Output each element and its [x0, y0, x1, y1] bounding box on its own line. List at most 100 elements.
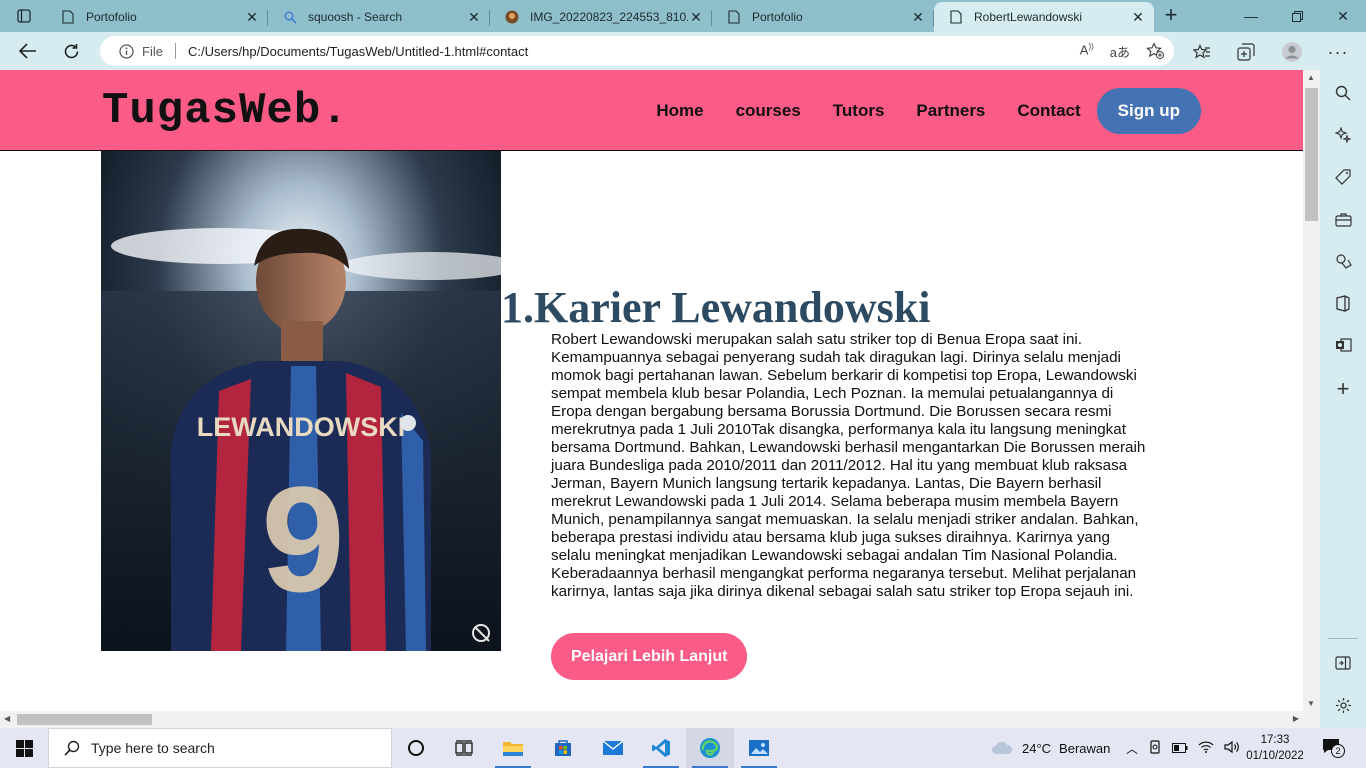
- windows-start-icon[interactable]: [0, 728, 48, 768]
- image-icon: [504, 9, 520, 25]
- volume-icon[interactable]: [1224, 740, 1240, 757]
- browser-tab[interactable]: IMG_20220823_224553_810.j ✕: [490, 2, 712, 32]
- battery-icon[interactable]: [1172, 741, 1188, 756]
- clock-time: 17:33: [1260, 734, 1290, 746]
- site-nav: Home courses Tutors Partners Contact Sig…: [624, 88, 1201, 134]
- tab-title: Portofolio: [86, 10, 137, 24]
- url-text[interactable]: C:/Users/hp/Documents/TugasWeb/Untitled-…: [188, 44, 528, 59]
- favorite-add-icon[interactable]: [1146, 42, 1164, 62]
- tab-title: RobertLewandowski: [974, 10, 1083, 24]
- close-tab-icon[interactable]: ✕: [466, 9, 482, 25]
- search-icon: [282, 9, 298, 25]
- weather-condition: Berawan: [1059, 740, 1111, 756]
- tab-actions-icon[interactable]: [8, 5, 40, 27]
- tab-title: Portofolio: [752, 10, 803, 24]
- info-icon[interactable]: [118, 43, 134, 59]
- close-tab-icon[interactable]: ✕: [910, 9, 926, 25]
- cortana-icon[interactable]: [392, 728, 440, 768]
- page-viewport: TugasWeb. Home courses Tutors Partners C…: [0, 70, 1303, 711]
- nav-link-partners[interactable]: Partners: [916, 101, 985, 121]
- address-bar[interactable]: File C:/Users/hp/Documents/TugasWeb/Unti…: [100, 36, 1174, 66]
- edge-sidebar: +: [1320, 70, 1366, 728]
- nav-link-home[interactable]: Home: [656, 101, 703, 121]
- tools-briefcase-icon[interactable]: [1332, 208, 1354, 230]
- scroll-down-icon[interactable]: ▼: [1307, 699, 1315, 708]
- browser-tab[interactable]: Portofolio ✕: [712, 2, 934, 32]
- page-icon: [948, 9, 964, 25]
- taskbar-clock[interactable]: 17:33 01/10/2022: [1246, 732, 1304, 764]
- section-heading: 1.Karier Lewandowski: [501, 283, 931, 332]
- clock-date: 01/10/2022: [1246, 750, 1304, 762]
- taskbar-search-box[interactable]: Type here to search: [48, 728, 392, 768]
- learn-more-button[interactable]: Pelajari Lebih Lanjut: [551, 633, 748, 680]
- weather-temp: 24°C: [1022, 740, 1052, 756]
- divider: [174, 43, 176, 59]
- collections-icon[interactable]: [1235, 41, 1257, 63]
- close-window-icon[interactable]: ✕: [1320, 0, 1366, 32]
- vertical-scroll-thumb[interactable]: [1305, 88, 1318, 221]
- notification-count-badge: 2: [1331, 744, 1345, 758]
- page-icon: [726, 9, 742, 25]
- browser-tab[interactable]: Portofolio ✕: [46, 2, 268, 32]
- tab-title: squoosh - Search: [308, 10, 403, 24]
- photos-icon[interactable]: [735, 728, 783, 768]
- vscode-icon[interactable]: [637, 728, 685, 768]
- minimize-icon[interactable]: —: [1228, 0, 1274, 32]
- microsoft-store-icon[interactable]: [539, 728, 587, 768]
- wifi-icon[interactable]: [1198, 741, 1214, 756]
- hide-sidebar-icon[interactable]: [1332, 652, 1354, 674]
- scroll-right-icon[interactable]: ▶: [1293, 714, 1299, 723]
- settings-gear-icon[interactable]: [1332, 694, 1354, 716]
- discover-icon[interactable]: [1332, 124, 1354, 146]
- horizontal-scrollbar[interactable]: ◀ ▶: [0, 711, 1303, 728]
- site-logo[interactable]: TugasWeb.: [102, 86, 349, 136]
- scrollbar-corner: [1303, 711, 1320, 728]
- task-view-icon[interactable]: [440, 728, 488, 768]
- refresh-icon[interactable]: [56, 37, 86, 65]
- office-icon[interactable]: [1332, 292, 1354, 314]
- browser-tab[interactable]: squoosh - Search ✕: [268, 2, 490, 32]
- scroll-left-icon[interactable]: ◀: [4, 714, 10, 723]
- taskbar-search-placeholder: Type here to search: [91, 740, 215, 756]
- device-icon[interactable]: [1148, 739, 1162, 757]
- signup-button[interactable]: Sign up: [1096, 88, 1201, 134]
- close-tab-icon[interactable]: ✕: [1130, 9, 1146, 25]
- restore-icon[interactable]: [1274, 0, 1320, 32]
- profile-avatar-icon[interactable]: [1281, 41, 1303, 63]
- add-sidebar-app-icon[interactable]: +: [1332, 378, 1354, 400]
- career-paragraph: Robert Lewandowski merupakan salah satu …: [551, 331, 1146, 600]
- jersey-name: LEWANDOWSKI: [197, 412, 406, 442]
- outlook-icon[interactable]: [1332, 334, 1354, 356]
- close-tab-icon[interactable]: ✕: [244, 9, 260, 25]
- translate-icon[interactable]: aあ: [1110, 42, 1130, 62]
- sidebar-divider: [1328, 638, 1358, 639]
- nav-link-tutors[interactable]: Tutors: [833, 101, 885, 121]
- vertical-scrollbar[interactable]: ▲ ▼: [1303, 70, 1320, 711]
- nav-link-courses[interactable]: courses: [736, 101, 801, 121]
- close-tab-icon[interactable]: ✕: [688, 9, 704, 25]
- mail-icon[interactable]: [589, 728, 637, 768]
- edge-browser-icon[interactable]: [686, 728, 734, 768]
- scroll-up-icon[interactable]: ▲: [1307, 73, 1315, 82]
- search-icon: [63, 739, 81, 757]
- show-hidden-icons-chevron-icon[interactable]: ︿: [1126, 740, 1138, 757]
- read-aloud-icon[interactable]: A)): [1080, 42, 1094, 62]
- games-icon[interactable]: [1332, 250, 1354, 272]
- horizontal-scroll-thumb[interactable]: [17, 714, 152, 725]
- more-menu-icon[interactable]: ···: [1327, 41, 1349, 63]
- shopping-tag-icon[interactable]: [1332, 166, 1354, 188]
- search-icon[interactable]: [1332, 82, 1354, 104]
- back-icon[interactable]: [13, 37, 43, 65]
- jersey-number: 9: [261, 455, 344, 623]
- notification-center-icon[interactable]: 2: [1322, 738, 1346, 760]
- player-photo: LEWANDOWSKI 9: [101, 151, 501, 651]
- browser-tab-active[interactable]: RobertLewandowski ✕: [934, 2, 1154, 32]
- browser-tab-strip: Portofolio ✕ squoosh - Search ✕ IMG_2022…: [0, 0, 1366, 32]
- nav-link-contact[interactable]: Contact: [1017, 101, 1080, 121]
- file-explorer-icon[interactable]: [489, 728, 537, 768]
- favorites-icon[interactable]: [1191, 41, 1213, 63]
- cloud-icon: [992, 741, 1013, 754]
- new-tab-button[interactable]: +: [1156, 4, 1186, 28]
- weather-widget[interactable]: 24°C Berawan: [990, 728, 1110, 768]
- sleeve-badge-icon: [400, 415, 416, 431]
